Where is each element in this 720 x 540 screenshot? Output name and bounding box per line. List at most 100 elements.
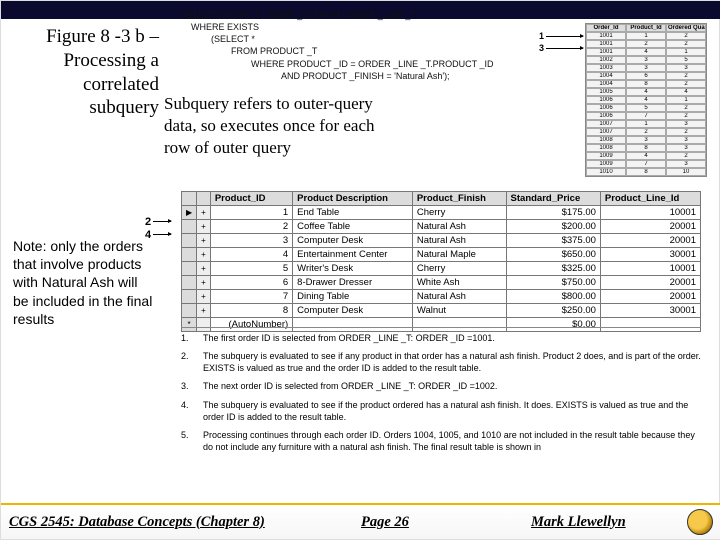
table-row: +7Dining TableNatural Ash$800.0020001 [182,290,701,304]
product-arrows: 2 4 [145,215,171,241]
table-cell: Computer Desk [293,304,413,318]
table-cell: $200.00 [506,220,600,234]
table-cell: 3 [666,144,706,152]
row-selector [182,304,197,318]
sql-line: WHERE EXISTS [181,21,561,33]
product-table-area: 2 4 Product_ID Product Description Produ… [181,191,701,332]
table-cell: Computer Desk [293,234,413,248]
step-number: 2. [181,350,195,374]
table-cell: 4 [626,152,666,160]
table-row: +4Entertainment CenterNatural Maple$650.… [182,248,701,262]
table-cell: 1006 [586,104,626,112]
step-text: Processing continues through each order … [203,429,701,453]
table-cell: 2 [666,152,706,160]
expand-icon: + [197,276,211,290]
table-cell: Coffee Table [293,220,413,234]
table-cell: 1005 [586,88,626,96]
step-text: The subquery is evaluated to see if any … [203,350,701,374]
product-table: Product_ID Product Description Product_F… [181,191,701,332]
table-cell: 8 [626,80,666,88]
order-table-arrows: 1 3 [539,31,583,53]
col-header: Standard_Price [506,192,600,206]
table-cell: 2 [626,128,666,136]
row-expand-header [197,192,211,206]
table-cell: 20001 [600,234,700,248]
table-cell: 10001 [600,206,700,220]
table-cell: $175.00 [506,206,600,220]
table-cell: 30001 [600,304,700,318]
col-header: Product_Finish [412,192,506,206]
table-cell: 2 [210,220,292,234]
table-row: 100122 [586,40,706,48]
table-row: +5Writer's DeskCherry$325.0010001 [182,262,701,276]
table-cell: 3 [666,136,706,144]
step-item: 3.The next order ID is selected from ORD… [181,380,701,392]
table-row: 100544 [586,88,706,96]
table-row: 100722 [586,128,706,136]
table-row: 100235 [586,56,706,64]
table-cell: 8-Drawer Dresser [293,276,413,290]
footer-page: Page 26 [361,514,531,531]
table-cell: End Table [293,206,413,220]
table-cell: 1010 [586,168,626,176]
row-selector [182,290,197,304]
table-cell: 1 [626,120,666,128]
arrow-label: 2 [145,216,151,228]
table-cell: Entertainment Center [293,248,413,262]
table-row: 100942 [586,152,706,160]
table-cell: White Ash [412,276,506,290]
arrow-label: 3 [539,43,544,53]
slide-footer: CGS 2545: Database Concepts (Chapter 8) … [1,503,720,539]
table-row: 100672 [586,112,706,120]
footer-author: Mark Llewellyn [531,514,687,531]
table-cell: 6 [210,276,292,290]
table-cell: Walnut [412,304,506,318]
table-cell: $375.00 [506,234,600,248]
table-cell: $750.00 [506,276,600,290]
table-cell: 1008 [586,144,626,152]
col-header: Product_ID [210,192,292,206]
arrow-label: 4 [145,229,151,241]
table-cell: 2 [666,80,706,88]
table-cell: $250.00 [506,304,600,318]
title-line: Processing a [11,49,159,73]
row-selector [182,248,197,262]
col-header: Order_Id [586,24,626,32]
table-cell: 2 [666,32,706,40]
table-cell: $650.00 [506,248,600,262]
sql-line: FROM PRODUCT _T [181,45,561,57]
table-cell: 6 [626,72,666,80]
table-cell: 2 [666,40,706,48]
table-cell: 3 [666,64,706,72]
table-cell: Natural Maple [412,248,506,262]
row-selector [182,220,197,234]
table-cell: 1008 [586,136,626,144]
table-cell: 8 [210,304,292,318]
sql-line: SELECT DISTINCT ORDER _ID FROM ORDER _LI… [181,9,561,21]
table-row: 100883 [586,144,706,152]
table-cell: 3 [626,64,666,72]
table-row: 100112 [586,32,706,40]
table-cell: 1 [210,206,292,220]
step-number: 1. [181,332,195,344]
table-cell: 30001 [600,248,700,262]
step-item: 1.The first order ID is selected from OR… [181,332,701,344]
table-cell: 1007 [586,120,626,128]
title-line: correlated [11,73,159,97]
footer-course: CGS 2545: Database Concepts (Chapter 8) [1,514,361,531]
table-cell: 1001 [586,48,626,56]
table-cell: 1 [626,32,666,40]
row-selector [182,234,197,248]
table-cell: 1004 [586,72,626,80]
expand-icon: + [197,206,211,220]
step-text: The subquery is evaluated to see if the … [203,399,701,423]
table-cell: 7 [626,160,666,168]
table-cell: Cherry [412,262,506,276]
table-cell: 4 [626,88,666,96]
table-row: 100652 [586,104,706,112]
table-cell: 2 [666,112,706,120]
col-header: Product_Id [626,24,666,32]
university-logo-icon [687,509,713,535]
table-row: 100833 [586,136,706,144]
table-cell: 1 [666,48,706,56]
